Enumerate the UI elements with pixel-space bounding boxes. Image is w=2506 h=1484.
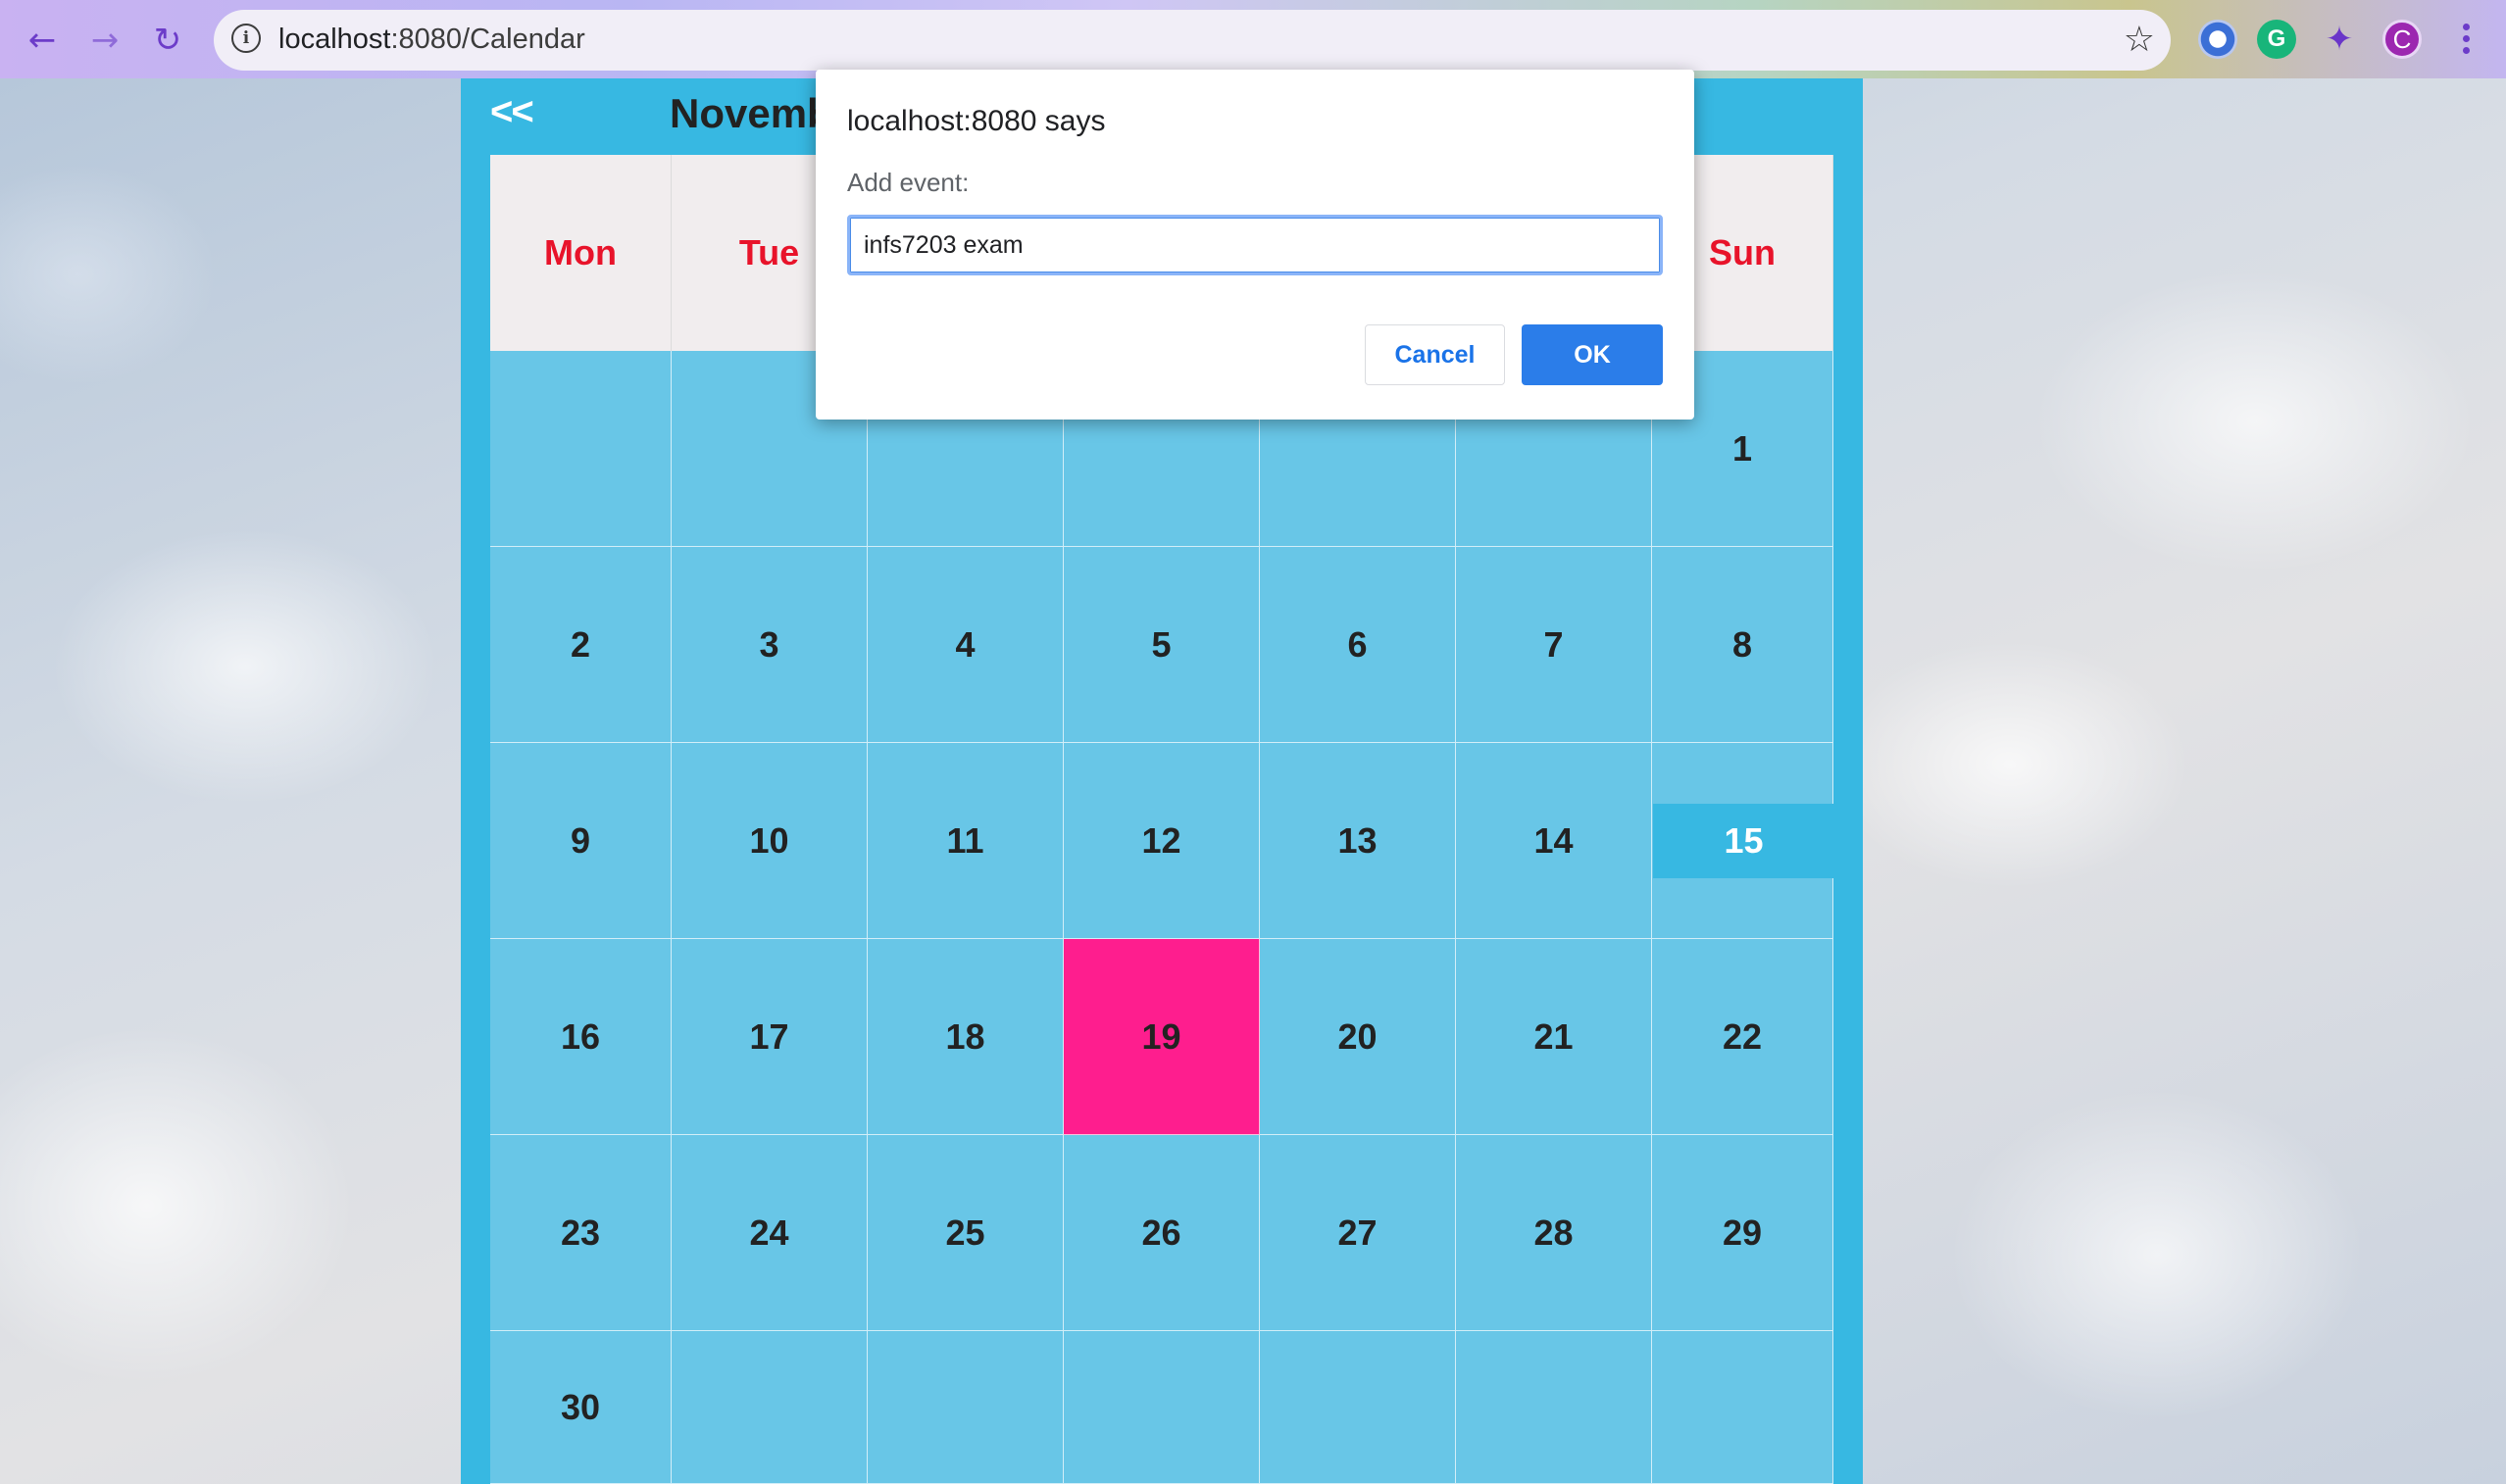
day-cell-5[interactable]: 5 — [1064, 547, 1260, 743]
forward-arrow-icon[interactable]: → — [82, 18, 127, 63]
prev-month-button[interactable]: << — [490, 90, 534, 134]
cancel-button[interactable]: Cancel — [1365, 324, 1505, 385]
day-cell-28[interactable]: 28 — [1456, 1135, 1652, 1331]
dialog-message: Add event: — [847, 168, 970, 197]
back-arrow-icon[interactable]: ← — [20, 18, 65, 63]
event-input[interactable] — [847, 215, 1663, 275]
day-cell-24[interactable]: 24 — [672, 1135, 868, 1331]
day-cell-empty — [1456, 1331, 1652, 1484]
site-info-icon[interactable]: i — [231, 24, 261, 53]
prompt-dialog: localhost:8080 says Add event: Cancel OK — [816, 70, 1694, 420]
day-cell-26[interactable]: 26 — [1064, 1135, 1260, 1331]
week-row-3: 9 10 11 12 13 14 — [490, 743, 1833, 939]
day-cell-4[interactable]: 4 — [868, 547, 1064, 743]
day-cell-6[interactable]: 6 — [1260, 547, 1456, 743]
day-cell-20[interactable]: 20 — [1260, 939, 1456, 1135]
url-host: localhost — [278, 24, 391, 55]
profile-avatar[interactable]: C — [2382, 20, 2422, 59]
day-cell-19-selected[interactable]: 19 — [1064, 939, 1260, 1135]
day-cell-2[interactable]: 2 — [490, 547, 672, 743]
profile-initial: C — [2392, 24, 2412, 54]
day-cell-22[interactable]: 22 — [1652, 939, 1833, 1135]
day-cell-empty — [672, 1331, 868, 1484]
day-cell-25[interactable]: 25 — [868, 1135, 1064, 1331]
address-bar[interactable]: i localhost:8080/Calendar ☆ — [214, 10, 2171, 71]
day-cell-empty — [868, 1331, 1064, 1484]
week-row-4: 16 17 18 19 20 21 22 — [490, 939, 1833, 1135]
day-cell-21[interactable]: 21 — [1456, 939, 1652, 1135]
day-cell-16[interactable]: 16 — [490, 939, 672, 1135]
url-text[interactable]: localhost:8080/Calendar — [278, 24, 585, 56]
week-row-2: 2 3 4 5 6 7 8 — [490, 547, 1833, 743]
day-cell-11[interactable]: 11 — [868, 743, 1064, 939]
day-cell-30[interactable]: 30 — [490, 1331, 672, 1484]
today-highlight-15[interactable]: 15 — [1653, 804, 1834, 878]
day-cell-14[interactable]: 14 — [1456, 743, 1652, 939]
day-cell-empty — [1652, 1331, 1833, 1484]
day-cell-27[interactable]: 27 — [1260, 1135, 1456, 1331]
day-cell-17[interactable]: 17 — [672, 939, 868, 1135]
day-cell-29[interactable]: 29 — [1652, 1135, 1833, 1331]
dialog-title: localhost:8080 says — [847, 105, 1106, 137]
day-cell-empty — [490, 351, 672, 547]
month-title: Novemb — [670, 90, 832, 136]
extension-orb-icon[interactable] — [2198, 20, 2237, 59]
day-cell-7[interactable]: 7 — [1456, 547, 1652, 743]
day-cell-12[interactable]: 12 — [1064, 743, 1260, 939]
reload-icon[interactable]: ↻ — [145, 18, 190, 63]
day-cell-13[interactable]: 13 — [1260, 743, 1456, 939]
day-cell-empty — [1260, 1331, 1456, 1484]
day-cell-9[interactable]: 9 — [490, 743, 672, 939]
browser-toolbar: ← → ↻ i localhost:8080/Calendar ☆ G ✦ C — [0, 0, 2506, 78]
grammarly-letter: G — [2267, 25, 2286, 52]
url-path: :8080/Calendar — [390, 24, 585, 55]
day-cell-10[interactable]: 10 — [672, 743, 868, 939]
day-cell-3[interactable]: 3 — [672, 547, 868, 743]
day-cell-18[interactable]: 18 — [868, 939, 1064, 1135]
week-row-5: 23 24 25 26 27 28 29 — [490, 1135, 1833, 1331]
weekday-mon: Mon — [490, 155, 672, 351]
bookmark-star-icon[interactable]: ☆ — [2124, 20, 2155, 60]
ok-button[interactable]: OK — [1522, 324, 1663, 385]
puzzle-extensions-icon[interactable]: ✦ — [2320, 20, 2359, 59]
day-cell-empty — [1064, 1331, 1260, 1484]
grammarly-icon[interactable]: G — [2257, 20, 2296, 59]
day-cell-23[interactable]: 23 — [490, 1135, 672, 1331]
browser-menu-icon[interactable] — [2451, 16, 2481, 61]
day-cell-8[interactable]: 8 — [1652, 547, 1833, 743]
week-row-6: 30 — [490, 1331, 1833, 1484]
